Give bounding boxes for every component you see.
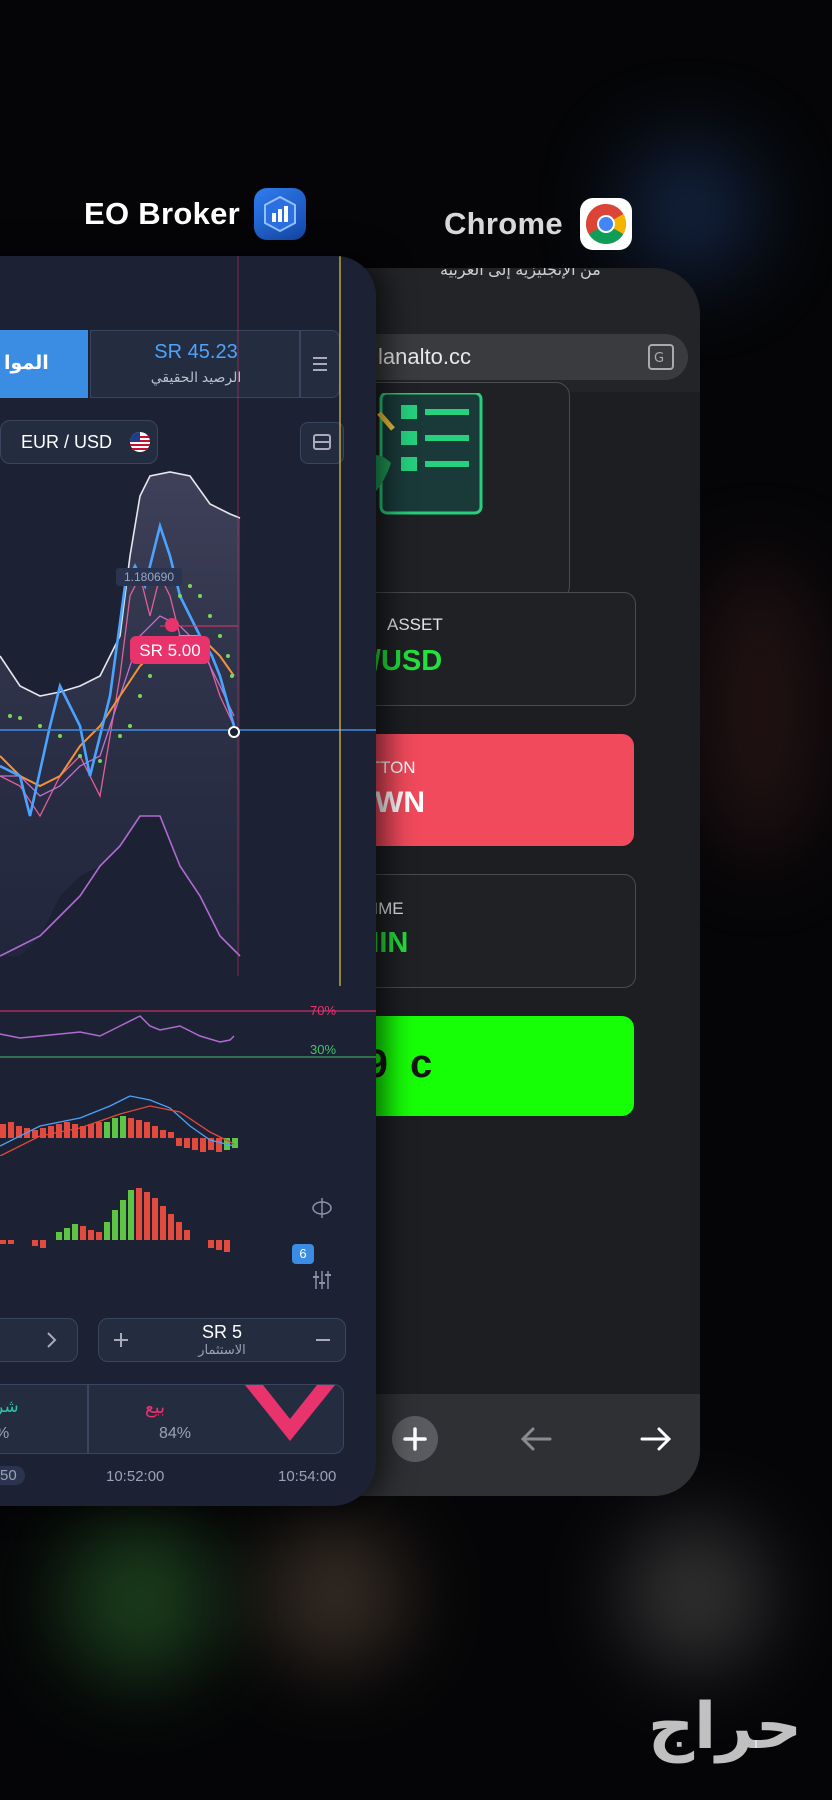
asset-label: ASSET bbox=[387, 615, 443, 634]
buy-label: شر bbox=[0, 1397, 19, 1416]
crosshair-icon[interactable] bbox=[310, 1196, 334, 1225]
sell-label: بيع bbox=[145, 1397, 166, 1417]
chevron-right-icon[interactable] bbox=[45, 1330, 59, 1355]
eo-broker-window-card[interactable]: الموا SR 45.23 الرصيد الحقيقي EUR / USD bbox=[0, 256, 376, 1506]
sell-percentage: 84% bbox=[159, 1425, 192, 1442]
price-chart[interactable]: 1.180690 SR 5.00 70% 30% bbox=[0, 256, 376, 1156]
time-axis-tick: 10:54:00 bbox=[278, 1468, 337, 1485]
background-blur bbox=[60, 1520, 220, 1680]
haraj-watermark: حراج bbox=[648, 1690, 802, 1764]
minus-icon[interactable] bbox=[313, 1330, 333, 1355]
down-arrow-icon bbox=[235, 1385, 343, 1453]
plus-icon[interactable] bbox=[392, 1416, 438, 1462]
buy-percentage: % bbox=[0, 1425, 9, 1443]
chrome-app-name[interactable]: Chrome bbox=[444, 206, 563, 242]
background-blur bbox=[700, 560, 820, 860]
svg-text:G: G bbox=[654, 351, 664, 366]
investment-value: SR 5 bbox=[201, 1322, 243, 1342]
translate-icon[interactable]: G bbox=[648, 344, 674, 370]
timeframe-badge[interactable]: 6 bbox=[292, 1244, 314, 1264]
price-tag-text: 1.180690 bbox=[124, 570, 174, 584]
eo-broker-app-icon[interactable] bbox=[254, 188, 306, 240]
background-blur bbox=[620, 140, 760, 280]
background-blur bbox=[260, 1520, 410, 1670]
investment-label: الاستثمار bbox=[198, 1342, 246, 1357]
chrome-app-icon[interactable] bbox=[580, 198, 632, 250]
buy-button[interactable]: شر % bbox=[0, 1384, 88, 1454]
time-axis-tick: 10:52:00 bbox=[106, 1468, 165, 1485]
rsi-lower-label: 30% bbox=[310, 1042, 336, 1057]
indicators-icon[interactable] bbox=[310, 1268, 334, 1297]
background-blur bbox=[620, 1520, 770, 1670]
duration-control[interactable] bbox=[0, 1318, 78, 1362]
investment-control[interactable]: SR 5 الاستثمار bbox=[98, 1318, 346, 1362]
sell-button[interactable]: بيع 84% bbox=[88, 1384, 344, 1454]
trade-marker-text: SR 5.00 bbox=[139, 641, 200, 660]
url-text: lanalto.cc bbox=[378, 344, 471, 369]
eo-broker-app-name[interactable]: EO Broker bbox=[84, 196, 240, 232]
rsi-upper-label: 70% bbox=[310, 1003, 336, 1018]
trade-marker: SR 5.00 bbox=[130, 636, 210, 664]
time-axis-current: 50 bbox=[0, 1466, 25, 1485]
forward-arrow-icon[interactable] bbox=[638, 1424, 674, 1459]
price-tag: 1.180690 bbox=[116, 568, 182, 586]
translate-banner[interactable]: من الإنجليزية إلى العربية bbox=[440, 268, 601, 280]
back-arrow-icon[interactable] bbox=[518, 1424, 554, 1459]
